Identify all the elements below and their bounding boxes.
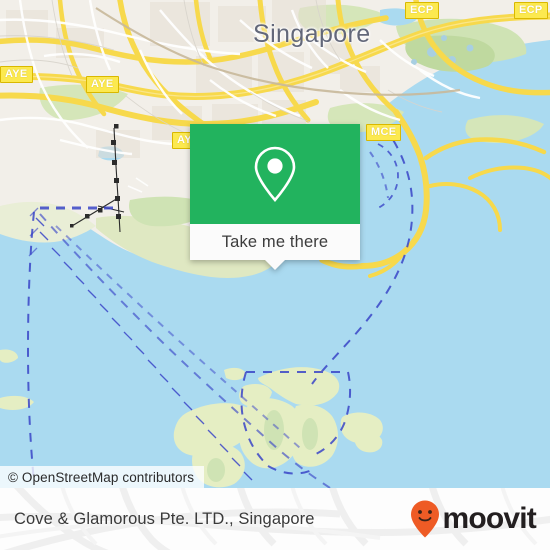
map-city-label: Singapore	[253, 20, 371, 48]
popup-action-bar[interactable]: Take me there	[190, 224, 360, 270]
footer-bar: Cove & Glamorous Pte. LTD., Singapore mo…	[0, 488, 550, 550]
map-canvas[interactable]: Singapore AYE AYE AYE MCE ECP ECP © OpenStree…	[0, 0, 550, 488]
moovit-wordmark: moovit	[442, 502, 536, 535]
location-popup-card[interactable]: Take me there	[190, 124, 360, 270]
road-shield-aye-1: AYE	[86, 76, 119, 93]
moovit-smiley-pin-icon	[411, 500, 440, 538]
popup-icon-area	[190, 124, 360, 224]
place-title: Cove & Glamorous Pte. LTD., Singapore	[14, 509, 315, 528]
popup-pointer-tail	[265, 260, 285, 270]
road-shield-aye-0: AYE	[0, 66, 33, 83]
osm-attribution[interactable]: © OpenStreetMap contributors	[0, 466, 205, 488]
moovit-map-screenshot: Singapore AYE AYE AYE MCE ECP ECP © OpenStree…	[0, 0, 550, 550]
map-pin-icon	[254, 146, 296, 202]
take-me-there-label: Take me there	[221, 232, 329, 251]
road-shield-ecp-5: ECP	[514, 2, 548, 19]
moovit-logo[interactable]: moovit	[409, 499, 537, 539]
road-shield-mce-3: MCE	[366, 124, 402, 141]
road-shield-ecp-4: ECP	[405, 2, 439, 19]
